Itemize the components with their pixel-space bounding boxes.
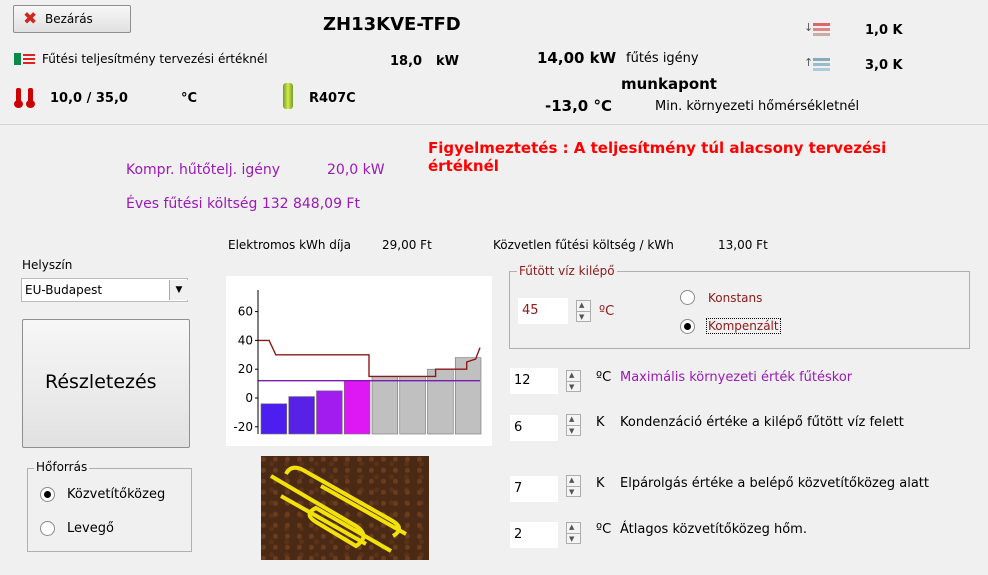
location-value: EU-Budapest [25,283,103,297]
compr-value: 20,0 kW [327,162,385,178]
electric-price-label: Elektromos kWh díja [228,238,351,252]
condensation-stepper[interactable] [566,414,581,436]
chart-bar [260,403,288,435]
chart-bar [343,380,371,435]
flow-temp-stepper[interactable] [576,300,591,322]
flow-option2: Kompenzált [706,318,781,334]
heat-source-option2: Levegő [67,521,114,536]
delta-bottom-value: 3,0 K [865,58,903,73]
close-button[interactable]: ✖ Bezárás [13,5,131,33]
chart-bar [371,376,399,435]
close-label: Bezárás [45,12,93,26]
evaporation-label: Elpárolgás értéke a belépő közvetítőköze… [620,476,929,491]
workpoint-label: munkapont [621,75,717,93]
direct-cost-value: 13,00 Ft [718,238,768,252]
radio-levego[interactable] [40,521,55,536]
max-ambient-input[interactable]: 12 [510,368,558,394]
temps-unit: °C [181,91,198,106]
refrigerant-value: R407C [309,91,356,106]
radio-kozvetitokozeg[interactable] [40,487,55,502]
medium-temp-unit: ºC [596,522,612,537]
max-ambient-unit: ºC [596,370,612,385]
max-ambient-stepper[interactable] [566,370,581,392]
radio-konstans[interactable] [680,290,695,305]
chart-bar [288,396,315,435]
flow-temp-input[interactable]: 45 [518,298,568,324]
chart-ytick-label: 20 [238,362,253,376]
temps-value: 10,0 / 35,0 [50,91,128,106]
page-title: ZH13KVE-TFD [323,14,461,35]
design-power-value: 18,0 [390,54,423,69]
condensation-label: Kondenzáció értéke a kilépő fűtött víz f… [620,415,904,430]
location-select[interactable]: EU-Budapest ▼ [21,278,188,302]
condensation-unit: K [596,415,605,430]
heating-demand-label: fűtés igény [626,51,699,66]
condensation-input[interactable]: 6 [510,415,558,441]
evaporation-stepper[interactable] [566,475,581,497]
medium-temp-input[interactable]: 2 [510,522,558,548]
medium-temp-stepper[interactable] [566,522,581,544]
design-power-unit: kW [436,54,459,69]
radio-kompenzalt[interactable] [680,319,695,334]
delta-up-icon: ↑ [804,56,830,72]
radiator-icon [14,52,36,66]
location-label: Helyszín [22,258,73,272]
chart-bar [427,368,454,435]
refrigerant-icon [283,83,293,109]
heat-source-legend: Hőforrás [34,460,90,474]
flow-water-legend: Fűtött víz kilépő [517,264,617,278]
chart-bar [316,390,343,435]
delta-down-icon: ↓ [804,21,830,37]
max-ambient-label: Maximális környezeti érték fűtéskor [620,370,853,385]
flow-option1: Konstans [708,291,763,305]
details-button[interactable]: Részletezés [22,319,190,448]
compr-label: Kompr. hűtőtelj. igény [126,162,281,178]
ground-collector-image [261,456,429,560]
medium-temp-label: Átlagos közvetítőközeg hőm. [620,522,807,537]
min-temp-value: -13,0 °C [545,97,612,115]
flow-temp-unit: ºC [599,304,615,319]
chart-ytick-label: 60 [238,305,253,319]
header-divider [0,124,988,125]
chart-bar [399,376,426,435]
annual-cost: Éves fűtési költség 132 848,09 Ft [126,196,360,212]
evaporation-input[interactable]: 7 [510,476,558,502]
heating-demand-value: 14,00 kW [537,49,617,67]
direct-cost-label: Közvetlen fűtési költség / kWh [493,238,674,252]
design-power-label: Fűtési teljesítmény tervezési értéknél [42,52,268,66]
heat-source-group [27,468,192,552]
close-icon: ✖ [23,9,38,29]
electric-price-value: 29,00 Ft [382,238,432,252]
thermometer-icon [14,88,40,108]
warning-text: Figyelmeztetés : A teljesítmény túl alac… [428,139,887,175]
chart-ytick-label: -20 [233,420,253,434]
chart-ytick-label: 0 [245,391,253,405]
delta-top-value: 1,0 K [865,23,903,38]
chart-ytick-label: 40 [238,333,253,347]
evaporation-unit: K [596,476,605,491]
heat-source-option1: Közvetítőközeg [67,487,166,502]
chevron-down-icon[interactable]: ▼ [169,280,188,300]
min-temp-label: Min. környezeti hőmérsékletnél [655,99,860,114]
details-label: Részletezés [45,371,157,393]
temperature-chart: 60 40 20 0 -20 [226,276,492,446]
